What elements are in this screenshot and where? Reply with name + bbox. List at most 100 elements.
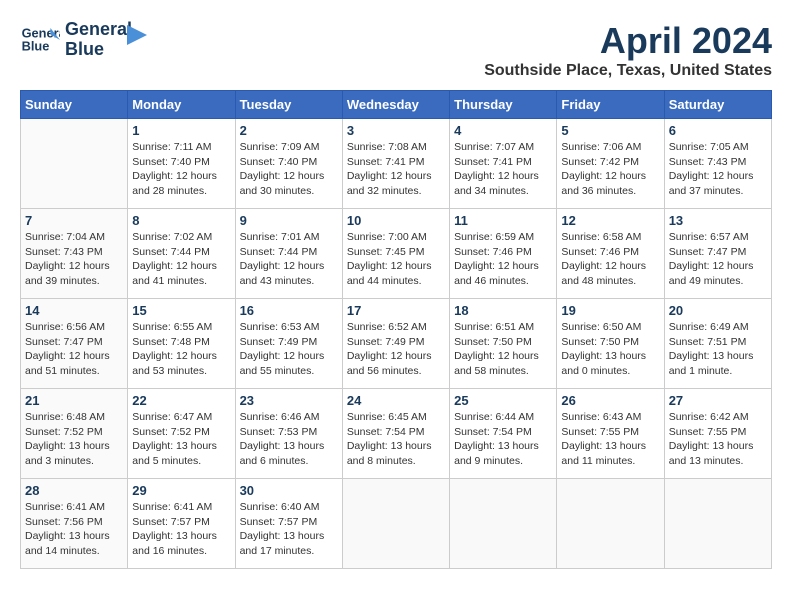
- calendar-cell: 26 Sunrise: 6:43 AM Sunset: 7:55 PM Dayli…: [557, 389, 664, 479]
- day-info: Sunrise: 7:00 AM Sunset: 7:45 PM Dayligh…: [347, 230, 445, 289]
- weekday-header-wednesday: Wednesday: [342, 91, 449, 119]
- day-info: Sunrise: 6:55 AM Sunset: 7:48 PM Dayligh…: [132, 320, 230, 379]
- day-info: Sunrise: 7:09 AM Sunset: 7:40 PM Dayligh…: [240, 140, 338, 199]
- day-number: 6: [669, 123, 767, 138]
- calendar-cell: 13 Sunrise: 6:57 AM Sunset: 7:47 PM Dayli…: [664, 209, 771, 299]
- day-number: 5: [561, 123, 659, 138]
- calendar-cell: 27Sunrise: 6:42 AM Sunset: 7:55 PM Dayli…: [664, 389, 771, 479]
- calendar-cell: 11 Sunrise: 6:59 AM Sunset: 7:46 PM Dayli…: [450, 209, 557, 299]
- day-info: Sunrise: 6:43 AM Sunset: 7:55 PM Dayligh…: [561, 410, 659, 469]
- calendar-cell: [342, 479, 449, 569]
- calendar-cell: 2 Sunrise: 7:09 AM Sunset: 7:40 PM Daylig…: [235, 119, 342, 209]
- calendar-cell: 19 Sunrise: 6:50 AM Sunset: 7:50 PM Dayli…: [557, 299, 664, 389]
- day-number: 13: [669, 213, 767, 228]
- calendar-cell: 30Sunrise: 6:40 AM Sunset: 7:57 PM Dayli…: [235, 479, 342, 569]
- day-number: 1: [132, 123, 230, 138]
- day-info: Sunrise: 6:41 AM Sunset: 7:56 PM Dayligh…: [25, 500, 123, 559]
- calendar-table: SundayMondayTuesdayWednesdayThursdayFrid…: [20, 90, 772, 569]
- day-info: Sunrise: 6:41 AM Sunset: 7:57 PM Dayligh…: [132, 500, 230, 559]
- day-info: Sunrise: 6:52 AM Sunset: 7:49 PM Dayligh…: [347, 320, 445, 379]
- day-number: 18: [454, 303, 552, 318]
- calendar-week-1: 1 Sunrise: 7:11 AM Sunset: 7:40 PM Daylig…: [21, 119, 772, 209]
- logo: General Blue General Blue: [20, 20, 147, 60]
- calendar-cell: 5 Sunrise: 7:06 AM Sunset: 7:42 PM Daylig…: [557, 119, 664, 209]
- calendar-cell: 10 Sunrise: 7:00 AM Sunset: 7:45 PM Dayli…: [342, 209, 449, 299]
- day-number: 23: [240, 393, 338, 408]
- calendar-cell: 14 Sunrise: 6:56 AM Sunset: 7:47 PM Dayli…: [21, 299, 128, 389]
- calendar-week-2: 7 Sunrise: 7:04 AM Sunset: 7:43 PM Daylig…: [21, 209, 772, 299]
- weekday-header-tuesday: Tuesday: [235, 91, 342, 119]
- day-info: Sunrise: 7:04 AM Sunset: 7:43 PM Dayligh…: [25, 230, 123, 289]
- day-number: 2: [240, 123, 338, 138]
- day-info: Sunrise: 7:02 AM Sunset: 7:44 PM Dayligh…: [132, 230, 230, 289]
- location-subtitle: Southside Place, Texas, United States: [484, 62, 772, 80]
- calendar-cell: 18 Sunrise: 6:51 AM Sunset: 7:50 PM Dayli…: [450, 299, 557, 389]
- calendar-cell: 22 Sunrise: 6:47 AM Sunset: 7:52 PM Dayli…: [128, 389, 235, 479]
- logo-arrow: [127, 20, 147, 50]
- weekday-header-monday: Monday: [128, 91, 235, 119]
- weekday-header-saturday: Saturday: [664, 91, 771, 119]
- calendar-cell: 25Sunrise: 6:44 AM Sunset: 7:54 PM Dayli…: [450, 389, 557, 479]
- day-number: 20: [669, 303, 767, 318]
- day-info: Sunrise: 6:51 AM Sunset: 7:50 PM Dayligh…: [454, 320, 552, 379]
- day-number: 9: [240, 213, 338, 228]
- page-header: General Blue General Blue April 2024 Sou…: [20, 20, 772, 80]
- day-number: 19: [561, 303, 659, 318]
- day-number: 22: [132, 393, 230, 408]
- day-info: Sunrise: 7:07 AM Sunset: 7:41 PM Dayligh…: [454, 140, 552, 199]
- day-number: 8: [132, 213, 230, 228]
- day-info: Sunrise: 6:50 AM Sunset: 7:50 PM Dayligh…: [561, 320, 659, 379]
- day-info: Sunrise: 6:59 AM Sunset: 7:46 PM Dayligh…: [454, 230, 552, 289]
- calendar-cell: 8 Sunrise: 7:02 AM Sunset: 7:44 PM Daylig…: [128, 209, 235, 299]
- day-number: 14: [25, 303, 123, 318]
- calendar-cell: 28Sunrise: 6:41 AM Sunset: 7:56 PM Dayli…: [21, 479, 128, 569]
- logo-icon: General Blue: [20, 20, 60, 60]
- calendar-cell: 17 Sunrise: 6:52 AM Sunset: 7:49 PM Dayli…: [342, 299, 449, 389]
- day-info: Sunrise: 6:49 AM Sunset: 7:51 PM Dayligh…: [669, 320, 767, 379]
- calendar-cell: [21, 119, 128, 209]
- calendar-week-4: 21 Sunrise: 6:48 AM Sunset: 7:52 PM Dayli…: [21, 389, 772, 479]
- calendar-cell: 7 Sunrise: 7:04 AM Sunset: 7:43 PM Daylig…: [21, 209, 128, 299]
- calendar-cell: [450, 479, 557, 569]
- calendar-cell: 4 Sunrise: 7:07 AM Sunset: 7:41 PM Daylig…: [450, 119, 557, 209]
- day-number: 21: [25, 393, 123, 408]
- calendar-cell: 12Sunrise: 6:58 AM Sunset: 7:46 PM Dayli…: [557, 209, 664, 299]
- day-number: 29: [132, 483, 230, 498]
- day-info: Sunrise: 7:08 AM Sunset: 7:41 PM Dayligh…: [347, 140, 445, 199]
- day-number: 11: [454, 213, 552, 228]
- title-block: April 2024 Southside Place, Texas, Unite…: [484, 20, 772, 80]
- calendar-cell: 3Sunrise: 7:08 AM Sunset: 7:41 PM Daylig…: [342, 119, 449, 209]
- day-info: Sunrise: 7:05 AM Sunset: 7:43 PM Dayligh…: [669, 140, 767, 199]
- day-info: Sunrise: 6:46 AM Sunset: 7:53 PM Dayligh…: [240, 410, 338, 469]
- day-number: 17: [347, 303, 445, 318]
- day-info: Sunrise: 6:47 AM Sunset: 7:52 PM Dayligh…: [132, 410, 230, 469]
- calendar-cell: [557, 479, 664, 569]
- calendar-cell: 21 Sunrise: 6:48 AM Sunset: 7:52 PM Dayli…: [21, 389, 128, 479]
- day-info: Sunrise: 6:44 AM Sunset: 7:54 PM Dayligh…: [454, 410, 552, 469]
- calendar-week-5: 28Sunrise: 6:41 AM Sunset: 7:56 PM Dayli…: [21, 479, 772, 569]
- day-info: Sunrise: 6:53 AM Sunset: 7:49 PM Dayligh…: [240, 320, 338, 379]
- day-number: 15: [132, 303, 230, 318]
- day-info: Sunrise: 6:56 AM Sunset: 7:47 PM Dayligh…: [25, 320, 123, 379]
- calendar-cell: [664, 479, 771, 569]
- day-number: 24: [347, 393, 445, 408]
- day-info: Sunrise: 6:42 AM Sunset: 7:55 PM Dayligh…: [669, 410, 767, 469]
- day-info: Sunrise: 6:58 AM Sunset: 7:46 PM Dayligh…: [561, 230, 659, 289]
- calendar-cell: 1 Sunrise: 7:11 AM Sunset: 7:40 PM Daylig…: [128, 119, 235, 209]
- day-number: 10: [347, 213, 445, 228]
- day-number: 30: [240, 483, 338, 498]
- day-number: 4: [454, 123, 552, 138]
- calendar-cell: 9Sunrise: 7:01 AM Sunset: 7:44 PM Daylig…: [235, 209, 342, 299]
- day-info: Sunrise: 7:06 AM Sunset: 7:42 PM Dayligh…: [561, 140, 659, 199]
- calendar-cell: 24Sunrise: 6:45 AM Sunset: 7:54 PM Dayli…: [342, 389, 449, 479]
- day-info: Sunrise: 6:57 AM Sunset: 7:47 PM Dayligh…: [669, 230, 767, 289]
- calendar-week-3: 14 Sunrise: 6:56 AM Sunset: 7:47 PM Dayli…: [21, 299, 772, 389]
- svg-text:Blue: Blue: [22, 38, 50, 53]
- calendar-cell: 15 Sunrise: 6:55 AM Sunset: 7:48 PM Dayli…: [128, 299, 235, 389]
- weekday-header-row: SundayMondayTuesdayWednesdayThursdayFrid…: [21, 91, 772, 119]
- day-number: 7: [25, 213, 123, 228]
- day-info: Sunrise: 6:48 AM Sunset: 7:52 PM Dayligh…: [25, 410, 123, 469]
- day-number: 26: [561, 393, 659, 408]
- day-info: Sunrise: 7:11 AM Sunset: 7:40 PM Dayligh…: [132, 140, 230, 199]
- calendar-cell: 16Sunrise: 6:53 AM Sunset: 7:49 PM Dayli…: [235, 299, 342, 389]
